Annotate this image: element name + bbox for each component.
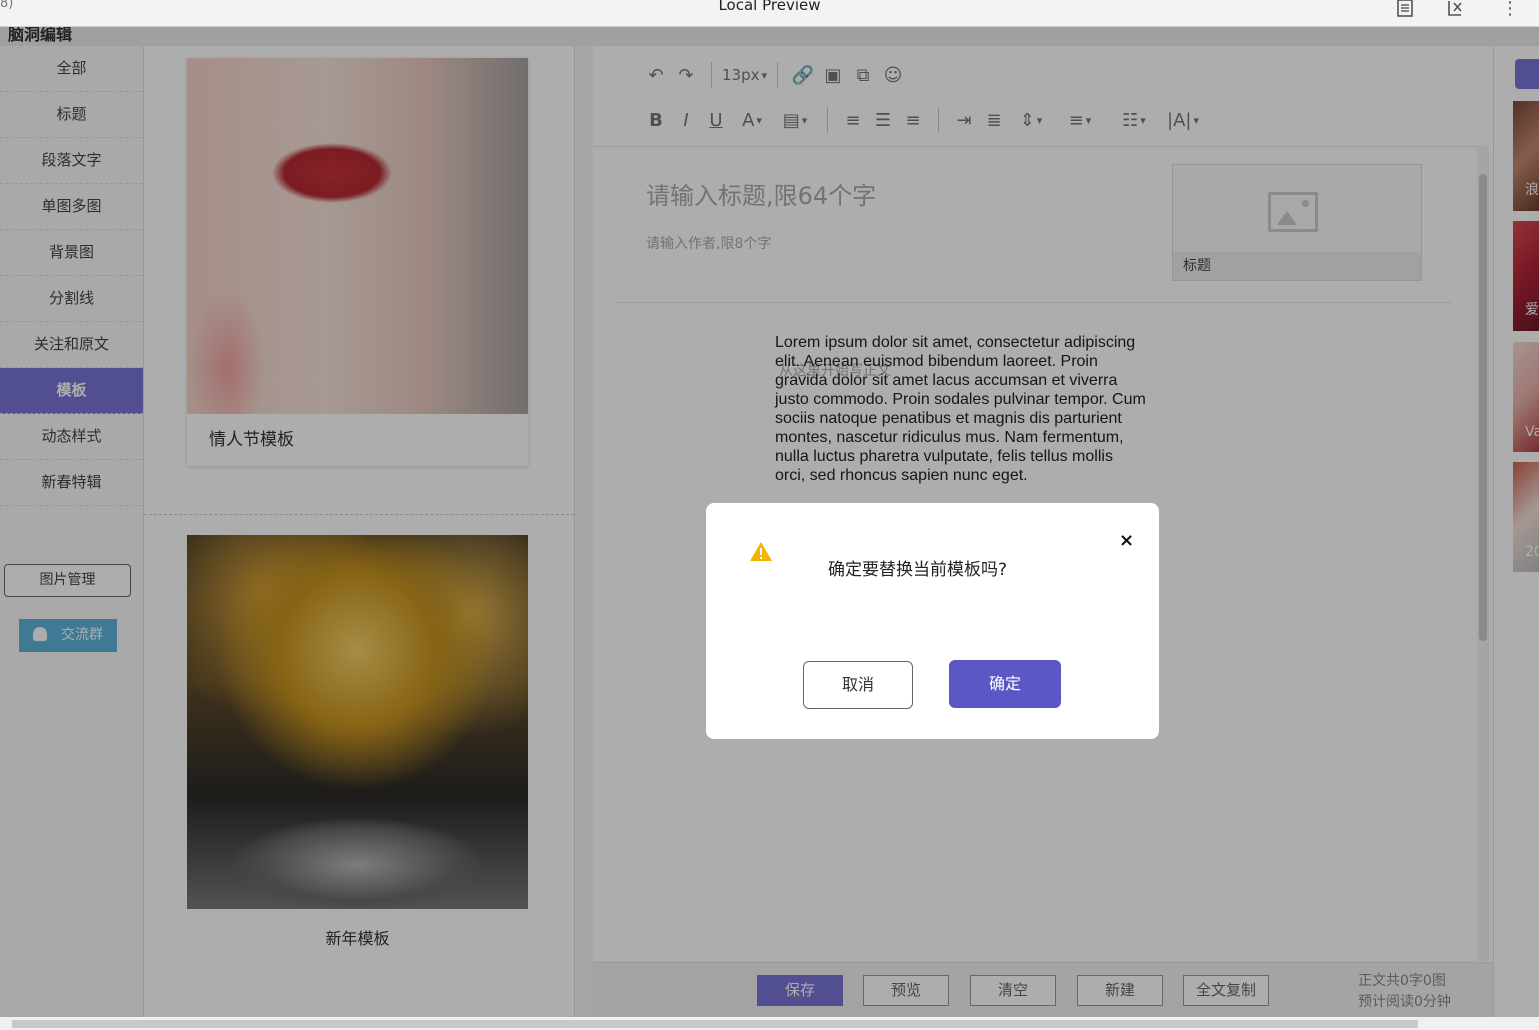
document-icon[interactable] [1394,0,1416,19]
warning-icon [750,542,772,561]
close-icon[interactable]: × [1119,530,1134,551]
window-title: Local Preview [718,0,821,14]
export-icon[interactable] [1445,0,1467,19]
cancel-button[interactable]: 取消 [803,661,913,709]
dialog-message: 确定要替换当前模板吗? [828,560,1008,580]
confirm-button[interactable]: 确定 [949,660,1061,708]
more-menu-icon[interactable]: ⋮ [1499,0,1521,19]
window-titlebar: 8) Local Preview ⋮ [0,0,1539,27]
horizontal-scrollbar[interactable] [0,1017,1539,1030]
confirm-dialog: 确定要替换当前模板吗? × 取消 确定 [706,503,1159,739]
horizontal-scroll-thumb[interactable] [12,1020,1418,1028]
